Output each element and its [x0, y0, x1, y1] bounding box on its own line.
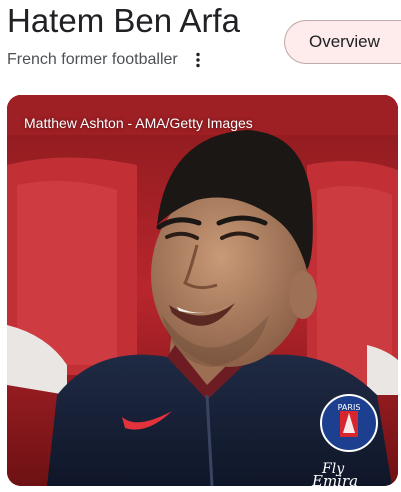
overview-button[interactable]: Overview	[284, 20, 401, 64]
svg-text:PARIS: PARIS	[338, 403, 361, 412]
player-photo: PARIS Fly Emira	[7, 95, 398, 486]
entity-title: Hatem Ben Arfa	[7, 2, 240, 39]
more-vert-icon	[196, 52, 200, 68]
entity-subtitle: French former footballer	[7, 51, 178, 68]
knowledge-panel: Hatem Ben Arfa French former footballer …	[0, 0, 401, 492]
more-options-button[interactable]	[190, 50, 206, 70]
svg-text:Emira: Emira	[311, 472, 358, 486]
subtitle-row: French former footballer	[7, 49, 206, 71]
entity-image[interactable]: PARIS Fly Emira Matthew Ashton - AMA/Get…	[7, 95, 398, 486]
overview-label: Overview	[309, 32, 380, 51]
image-credit: Matthew Ashton - AMA/Getty Images	[24, 115, 253, 131]
